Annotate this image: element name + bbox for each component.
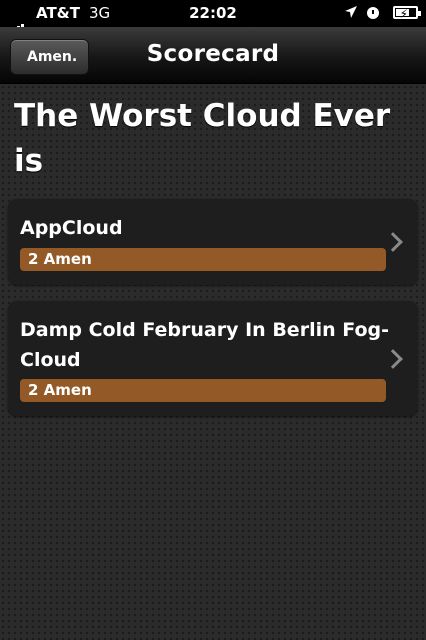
list-item-appcloud[interactable]: AppCloud 2 Amen — [8, 199, 418, 285]
amen-count-bar: 2 Amen — [20, 379, 386, 402]
amen-count-bar: 2 Amen — [20, 248, 386, 271]
alarm-icon — [367, 7, 379, 19]
back-button[interactable]: Amen. — [10, 39, 90, 75]
entry-title: Damp Cold February In Berlin Fog-Cloud — [20, 319, 389, 371]
status-bar: AT&T 3G 22:02 ⚡ — [0, 0, 426, 36]
screen: AT&T 3G 22:02 ⚡ Scorecard Amen. The Wors… — [0, 0, 426, 640]
list-item-berlin-fog-cloud[interactable]: Damp Cold February In Berlin Fog-Cloud 2… — [8, 301, 418, 416]
battery-icon: ⚡ — [393, 6, 421, 21]
page-title: The Worst Cloud Ever is — [14, 98, 391, 179]
navigation-bar: Scorecard Amen. — [0, 27, 426, 84]
back-button-label: Amen. — [27, 49, 78, 65]
entry-title: AppCloud — [20, 217, 123, 239]
status-icons: ⚡ — [330, 5, 421, 23]
location-icon — [345, 6, 357, 18]
